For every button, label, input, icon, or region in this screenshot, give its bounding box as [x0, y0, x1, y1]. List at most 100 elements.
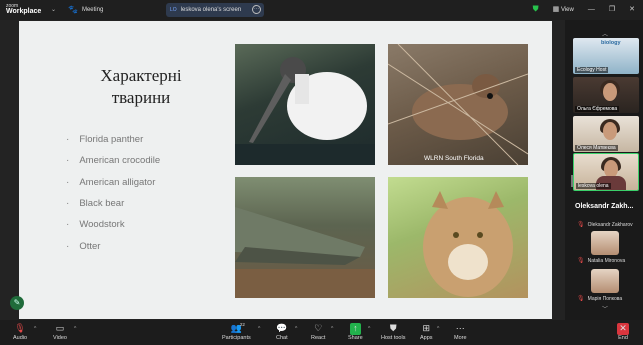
meeting-label: Meeting [81, 6, 104, 13]
participant-name: Марія Попкова [587, 295, 623, 302]
chevron-up-icon[interactable]: ^ [437, 326, 439, 332]
chevron-up-icon[interactable]: ^ [368, 326, 370, 332]
participant-row[interactable]: 🎙 Марія Попкова [577, 295, 623, 303]
rat-photo: WLRN South Florida [388, 44, 528, 165]
meeting-tab[interactable]: 🐾 Meeting [68, 5, 103, 14]
annotate-icon[interactable]: ✎ [10, 296, 24, 310]
list-item: Woodstork [66, 214, 160, 235]
mic-off-icon: 🎙 [577, 222, 585, 228]
mic-muted-icon: 🎙 [14, 323, 26, 333]
chat-label: Chat [276, 335, 288, 341]
end-button[interactable]: ✕ End [617, 323, 629, 341]
video-tile[interactable]: Ольга Єфремова [573, 77, 639, 113]
chevron-down-icon[interactable]: ﹀ [602, 304, 608, 313]
chevron-up-icon[interactable]: ^ [295, 326, 297, 332]
host-tools-label: Host tools [381, 335, 406, 341]
participant-row[interactable]: 🎙 Oleksandr Zakharov [577, 221, 633, 229]
audio-button[interactable]: 🎙 Audio [13, 323, 27, 341]
tile-name: Ольга Єфремова [575, 106, 620, 112]
mic-off-icon: 🎙 [577, 258, 585, 264]
participant-name: Natalia Mironova [587, 257, 626, 264]
chevron-up-icon[interactable]: ^ [331, 326, 333, 332]
chevron-up-icon[interactable]: ^ [34, 326, 36, 332]
participant-name: Oleksandr Zakharov [587, 221, 633, 228]
share-button[interactable]: ↑ Share [348, 323, 363, 341]
person-face [603, 122, 617, 140]
more-icon: ⋯ [455, 323, 465, 333]
shield-icon: ⛊ [389, 323, 397, 333]
avatar [591, 269, 619, 293]
list-item: American alligator [66, 172, 160, 193]
slide-title: Характерні тварини [81, 65, 201, 109]
list-item: Otter [66, 235, 160, 256]
panther-photo [388, 177, 528, 298]
view-button[interactable]: ▦ View [553, 5, 574, 13]
participant-row[interactable]: 🎙 Natalia Mironova [577, 257, 626, 265]
slide-title-line2: тварини [111, 88, 171, 107]
active-speaker-name: Oleksandr Zakh... [575, 203, 634, 210]
zoom-logo[interactable]: zoom Workplace [6, 3, 41, 15]
avatar [591, 231, 619, 255]
maximize-icon[interactable]: ❐ [609, 5, 615, 13]
video-tile-active[interactable]: leskova olena [573, 153, 639, 191]
logo-big-text: Workplace [6, 8, 42, 15]
meeting-toolbar: 🎙 Audio ^ ▭ Video ^ 👥 22 Participants ^ … [0, 320, 643, 345]
list-item: American crocodile [66, 150, 160, 171]
close-icon[interactable]: ✕ [629, 5, 635, 13]
mic-off-icon: 🎙 [577, 296, 585, 302]
more-options-icon[interactable]: ··· [252, 5, 261, 14]
list-item: Florida panther [66, 129, 160, 150]
shared-screen-area: Характерні тварини Florida panther Ameri… [0, 20, 565, 320]
share-label: leskova olena's screen [180, 7, 242, 13]
share-label: Share [348, 335, 363, 341]
woodstork-photo [235, 44, 375, 165]
chevron-down-icon[interactable]: ⌄ [51, 6, 56, 13]
scrollbar[interactable] [571, 175, 573, 187]
paw-icon: 🐾 [68, 5, 78, 14]
chevron-up-icon[interactable]: ︿ [602, 29, 608, 38]
end-label: End [618, 335, 628, 341]
share-screen-icon: ↑ [349, 323, 361, 335]
tile-name: leskova olena [576, 183, 611, 189]
sharer-initials: LO [170, 7, 177, 13]
participants-label: Participants [222, 335, 251, 341]
slide-title-line1: Характерні [100, 66, 182, 85]
grid-icon: ▦ [552, 6, 560, 13]
list-item: Black bear [66, 193, 160, 214]
camera-icon: ▭ [55, 323, 65, 333]
title-bar: zoom Workplace ⌄ 🐾 Meeting LO leskova ol… [0, 0, 643, 20]
chevron-up-icon[interactable]: ^ [74, 326, 76, 332]
participants-count: 22 [239, 322, 245, 327]
react-button[interactable]: ♡ React [311, 323, 325, 341]
screen-share-indicator[interactable]: LO leskova olena's screen ··· [166, 3, 264, 17]
crocodile-photo [235, 177, 375, 298]
chat-button[interactable]: 💬 Chat [276, 323, 288, 341]
more-label: More [454, 335, 467, 341]
view-label: View [560, 7, 574, 13]
minimize-icon[interactable]: — [588, 6, 595, 13]
participants-button[interactable]: 👥 22 Participants [222, 322, 251, 341]
participants-panel: ︿ biology Ecology Host Ольга Єфремова Ол… [569, 20, 643, 320]
shield-icon[interactable]: ⛊ [533, 4, 539, 14]
animal-list: Florida panther American crocodile Ameri… [66, 129, 160, 257]
tile-name: Олеся Матвеєва [575, 145, 618, 151]
apps-icon: ⊞ [422, 323, 431, 333]
photo-caption: WLRN South Florida [424, 155, 484, 162]
apps-label: Apps [420, 335, 433, 341]
chat-icon: 💬 [276, 323, 288, 333]
video-tile[interactable]: biology Ecology Host [573, 38, 639, 74]
tile-name: Ecology Host [575, 67, 609, 73]
presentation-slide: Характерні тварини Florida panther Ameri… [19, 21, 552, 319]
window-controls: ⛊ ▦ View — ❐ ✕ [533, 4, 635, 14]
audio-label: Audio [13, 335, 28, 341]
apps-button[interactable]: ⊞ Apps [420, 323, 433, 341]
video-tile[interactable]: Олеся Матвеєва [573, 116, 639, 152]
person-face [603, 83, 617, 101]
react-label: React [311, 335, 326, 341]
host-tools-button[interactable]: ⛊ Host tools [381, 323, 405, 341]
tile-logo-text: biology [601, 40, 621, 46]
chevron-up-icon[interactable]: ^ [258, 326, 260, 332]
video-button[interactable]: ▭ Video [53, 323, 67, 341]
video-label: Video [53, 335, 67, 341]
more-button[interactable]: ⋯ More [454, 323, 467, 341]
